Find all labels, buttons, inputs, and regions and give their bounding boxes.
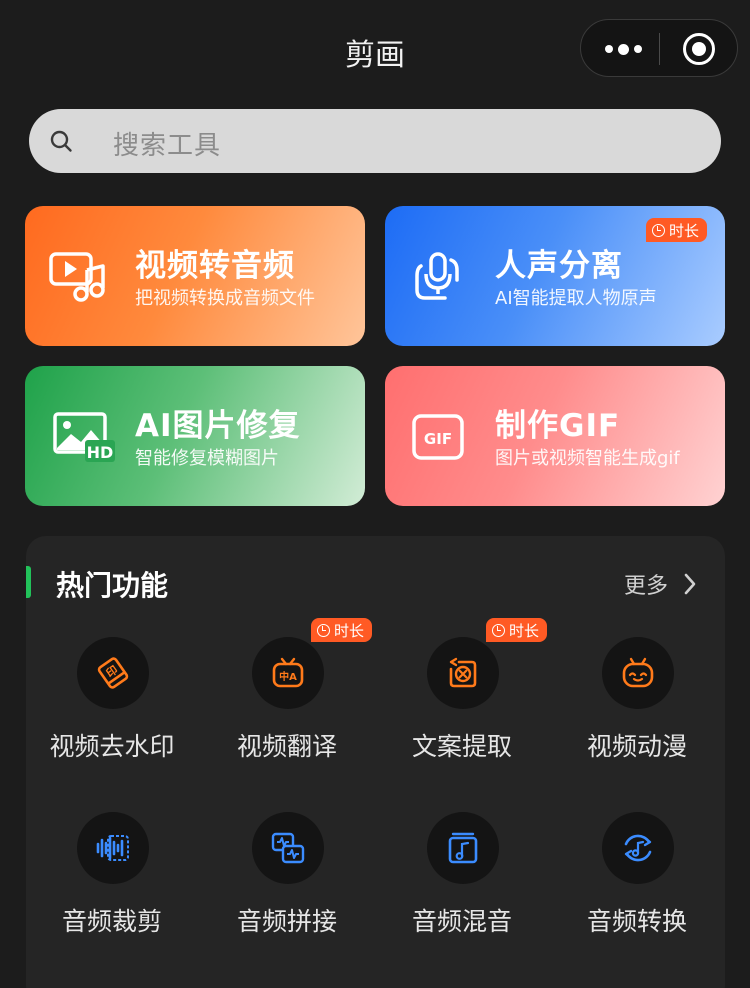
section-title: 热门功能	[56, 569, 169, 602]
capsule-divider	[659, 33, 660, 65]
card-desc: 图片或视频智能生成gif	[495, 448, 680, 469]
video-to-audio-icon	[49, 252, 105, 302]
tool-label: 视频翻译	[236, 732, 337, 761]
svg-text:中A: 中A	[279, 670, 297, 683]
duration-badge: 时长	[311, 618, 373, 642]
clock-icon	[652, 223, 665, 237]
search-bar[interactable]: 搜索工具	[29, 109, 721, 173]
chevron-right-icon[interactable]	[683, 573, 697, 595]
translate-tv-icon: 中A	[272, 657, 304, 688]
tool-label: 音频拼接	[236, 907, 337, 936]
anime-face-icon	[622, 657, 654, 688]
tool-audio-crop[interactable]: 音频裁剪	[27, 812, 197, 952]
card-title: AI图片修复	[135, 408, 301, 444]
microphone-icon	[415, 252, 459, 300]
clock-icon	[317, 623, 330, 637]
tool-icon-circle	[427, 812, 499, 884]
hot-functions-panel: 热门功能 更多 印 视频去水印 中A 视频翻译 文案提取 视频动漫 音频裁剪 音…	[26, 536, 725, 988]
badge-label: 时长	[334, 621, 365, 640]
card-make-gif[interactable]: GIF 制作GIF 图片或视频智能生成gif	[385, 366, 725, 506]
text-extract-icon	[449, 657, 477, 688]
tool-icon-circle	[602, 812, 674, 884]
music-mix-icon	[448, 832, 478, 864]
tool-label: 音频转换	[586, 907, 687, 936]
close-target-icon[interactable]	[683, 33, 715, 65]
tool-icon-circle	[77, 812, 149, 884]
card-title: 视频转音频	[135, 248, 295, 284]
card-title: 制作GIF	[495, 408, 621, 444]
duration-badge: 时长	[646, 218, 708, 242]
tool-video-anime[interactable]: 视频动漫	[552, 637, 722, 777]
tool-icon-circle: 中A	[252, 637, 324, 709]
card-ai-image-repair[interactable]: HD AI图片修复 智能修复模糊图片	[25, 366, 365, 506]
card-desc: 智能修复模糊图片	[135, 448, 279, 469]
tool-icon-circle	[252, 812, 324, 884]
tool-label: 音频裁剪	[61, 907, 162, 936]
mini-program-capsule	[580, 19, 738, 77]
card-desc: AI智能提取人物原声	[495, 288, 657, 309]
clock-icon	[492, 623, 505, 637]
card-title: 人声分离	[495, 248, 623, 284]
waveform-crop-icon	[96, 835, 129, 861]
svg-text:GIF: GIF	[424, 430, 452, 448]
card-video-to-audio[interactable]: 视频转音频 把视频转换成音频文件	[25, 206, 365, 346]
tool-icon-circle: 印	[77, 637, 149, 709]
more-link[interactable]: 更多	[624, 568, 668, 600]
tool-video-watermark-removal[interactable]: 印 视频去水印	[27, 637, 197, 777]
hd-image-icon: HD	[53, 412, 115, 462]
tool-text-extract[interactable]: 文案提取	[377, 637, 547, 777]
tool-label: 文案提取	[411, 732, 512, 761]
tool-icon-circle	[602, 637, 674, 709]
tool-label: 音频混音	[411, 907, 512, 936]
stamp-eraser-icon: 印	[97, 657, 129, 689]
audio-merge-icon	[271, 832, 305, 864]
search-input[interactable]: 搜索工具	[113, 125, 221, 162]
tool-audio-merge[interactable]: 音频拼接	[202, 812, 372, 952]
audio-convert-icon	[624, 834, 652, 862]
tool-label: 视频去水印	[49, 732, 175, 761]
duration-badge: 时长	[486, 618, 548, 642]
svg-text:HD: HD	[87, 443, 114, 462]
section-accent-bar	[26, 566, 31, 598]
badge-label: 时长	[509, 621, 540, 640]
badge-label: 时长	[669, 221, 700, 240]
tool-label: 视频动漫	[586, 732, 687, 761]
gif-icon: GIF	[412, 414, 464, 460]
tool-icon-circle	[427, 637, 499, 709]
tool-audio-convert[interactable]: 音频转换	[552, 812, 722, 952]
card-desc: 把视频转换成音频文件	[135, 288, 315, 309]
search-icon	[50, 130, 72, 152]
tool-audio-mix[interactable]: 音频混音	[377, 812, 547, 952]
tool-video-translate[interactable]: 中A 视频翻译	[202, 637, 372, 777]
more-dots-icon[interactable]	[603, 41, 643, 57]
